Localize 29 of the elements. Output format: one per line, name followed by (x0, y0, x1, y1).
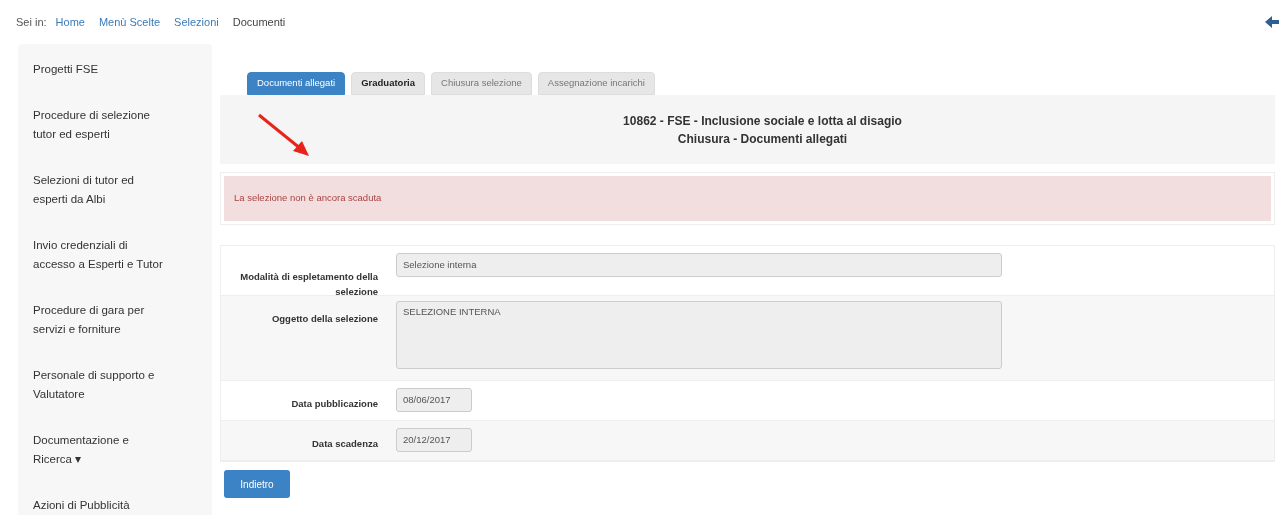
tab[interactable]: Graduatoria (351, 72, 425, 95)
form-label: Modalità di espletamento della selezione (239, 270, 379, 295)
sidebar-item[interactable]: Procedure di selezione tutor ed esperti (33, 106, 165, 144)
breadcrumb-link[interactable]: Menù Scelte (98, 13, 161, 31)
sidebar-item[interactable]: Personale di supporto e Valutatore (33, 366, 165, 404)
breadcrumb-link[interactable]: Selezioni (174, 13, 219, 31)
form-label: Oggetto della selezione (270, 312, 379, 326)
sidebar-item[interactable]: Selezioni di tutor ed esperti da Albi (33, 171, 165, 209)
sidebar-item[interactable]: Azioni di Pubblicità (33, 496, 165, 515)
breadcrumb-label: Sei in: (16, 14, 47, 30)
input-field[interactable]: 20/12/2017 (396, 427, 472, 452)
breadcrumb-current: Documenti (232, 14, 286, 30)
form-label: Data pubblicazione (290, 397, 379, 411)
sidebar-item[interactable]: Procedure di gara per servizi e forniture (33, 301, 165, 339)
back-button[interactable]: Indietro (224, 470, 290, 498)
breadcrumb-link[interactable]: Home (55, 13, 85, 31)
form-label: Data scadenza (311, 437, 379, 451)
input-field[interactable]: 08/06/2017 (396, 387, 472, 412)
tab[interactable]: Documenti allegati (247, 72, 346, 95)
sidebar-item[interactable]: Progetti FSE (33, 60, 165, 79)
sidebar-item[interactable]: Documentazione e Ricerca ▾ (33, 431, 165, 469)
back-arrow-icon[interactable] (1265, 15, 1279, 29)
page-subtitle: Chiusura - Documenti allegati (677, 130, 848, 148)
input-field[interactable]: Selezione interna (396, 252, 1002, 277)
alert: La selezione non è ancora scaduta (224, 176, 1271, 221)
page-title: 10862 - FSE - Inclusione sociale e lotta al disagio (623, 112, 902, 130)
text-area[interactable]: SELEZIONE INTERNA (396, 301, 1002, 369)
arrow-drawing (257, 113, 311, 157)
sidebar-item[interactable]: Invio credenziali di accesso a Esperti e Tutor (33, 236, 165, 274)
